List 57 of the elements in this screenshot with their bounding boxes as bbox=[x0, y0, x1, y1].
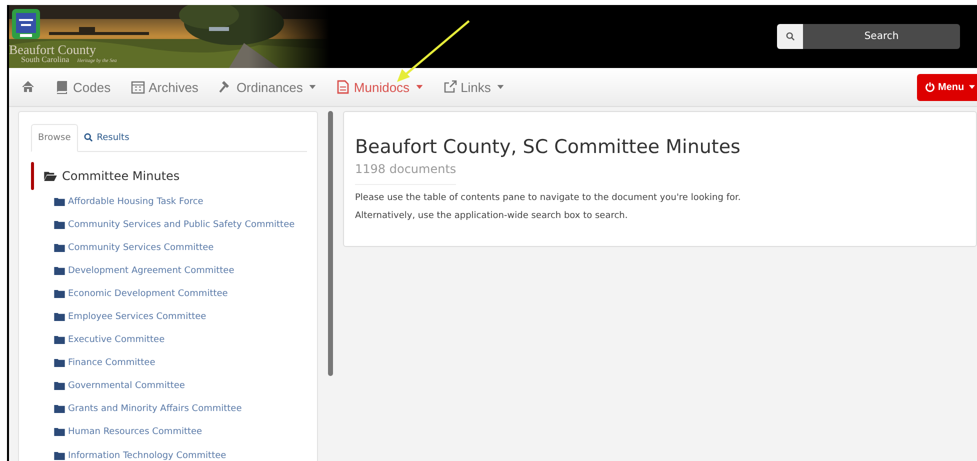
folder-icon bbox=[54, 290, 65, 298]
brand-title: Beaufort County bbox=[9, 43, 98, 56]
tab[interactable]: Browse bbox=[31, 124, 78, 152]
caret-icon bbox=[416, 85, 423, 89]
folder-icon bbox=[54, 313, 65, 322]
power-icon bbox=[925, 82, 935, 92]
folder-icon bbox=[54, 244, 65, 252]
tree-node[interactable]: Executive Committee bbox=[54, 328, 307, 352]
help-text: Alternatively, use the application-wide search box to search. bbox=[355, 211, 629, 221]
tree-node[interactable]: Community Services Committee bbox=[54, 236, 307, 260]
folder-icon bbox=[54, 359, 65, 368]
home-link[interactable] bbox=[21, 80, 35, 94]
tree-node[interactable]: Community Services and Public Safety Committee bbox=[54, 213, 307, 236]
nav-link[interactable]: Links bbox=[442, 80, 504, 94]
document-count: 1198 documents bbox=[355, 162, 456, 185]
tree-node[interactable]: Economic Development Committee bbox=[54, 282, 307, 306]
folder-icon bbox=[54, 452, 65, 460]
home-icon bbox=[21, 80, 35, 94]
folder-icon bbox=[54, 428, 65, 436]
caret-icon bbox=[969, 85, 976, 89]
tree-node[interactable]: Committee Minutes bbox=[44, 169, 180, 183]
seal-icon bbox=[11, 8, 41, 40]
folder-icon bbox=[54, 220, 65, 229]
open-folder-icon bbox=[44, 171, 57, 181]
search-button[interactable]: Search bbox=[803, 24, 960, 49]
nav-link[interactable]: Munidocs bbox=[336, 80, 423, 94]
search-icon bbox=[786, 32, 794, 41]
tree-node[interactable]: Employee Services Committee bbox=[54, 305, 307, 329]
nav-link[interactable]: Archives bbox=[130, 80, 198, 94]
brand-subtitle: South Carolina bbox=[21, 56, 70, 64]
caret-icon bbox=[308, 85, 316, 89]
tree-node[interactable]: Human Resources Committee bbox=[54, 420, 307, 444]
menu-button[interactable]: Menu bbox=[917, 74, 977, 100]
tree-node[interactable]: Grants and Minority Affairs Committee bbox=[54, 398, 307, 421]
tree-node[interactable]: Development Agreement Committee bbox=[54, 259, 307, 282]
caret-icon bbox=[496, 85, 504, 89]
folder-icon bbox=[54, 405, 65, 414]
nav-link[interactable]: Codes bbox=[55, 80, 111, 94]
folder-icon bbox=[54, 266, 65, 275]
external-link-icon bbox=[442, 80, 457, 94]
folder-icon bbox=[54, 198, 65, 206]
tree-node[interactable]: Information Technology Committee bbox=[54, 444, 307, 461]
tree-node[interactable]: Governmental Committee bbox=[54, 374, 307, 398]
calendar-icon bbox=[130, 80, 145, 94]
nav-link[interactable]: Ordinances bbox=[218, 80, 316, 94]
scrollbar-thumb[interactable] bbox=[328, 111, 333, 376]
selection-bar bbox=[31, 162, 34, 190]
help-text: Please use the table of contents pane to navigate to the document you're looking for. bbox=[355, 193, 742, 203]
tree-node[interactable]: Affordable Housing Task Force bbox=[54, 190, 307, 214]
page-title: Beaufort County, SC Committee Minutes bbox=[355, 136, 742, 158]
folder-icon bbox=[54, 382, 65, 390]
document-icon bbox=[336, 80, 350, 94]
tree-node[interactable]: Finance Committee bbox=[54, 352, 307, 375]
search-icon bbox=[84, 133, 93, 142]
book-icon bbox=[55, 80, 69, 94]
folder-icon bbox=[54, 336, 65, 344]
tab[interactable]: Results bbox=[78, 124, 136, 151]
